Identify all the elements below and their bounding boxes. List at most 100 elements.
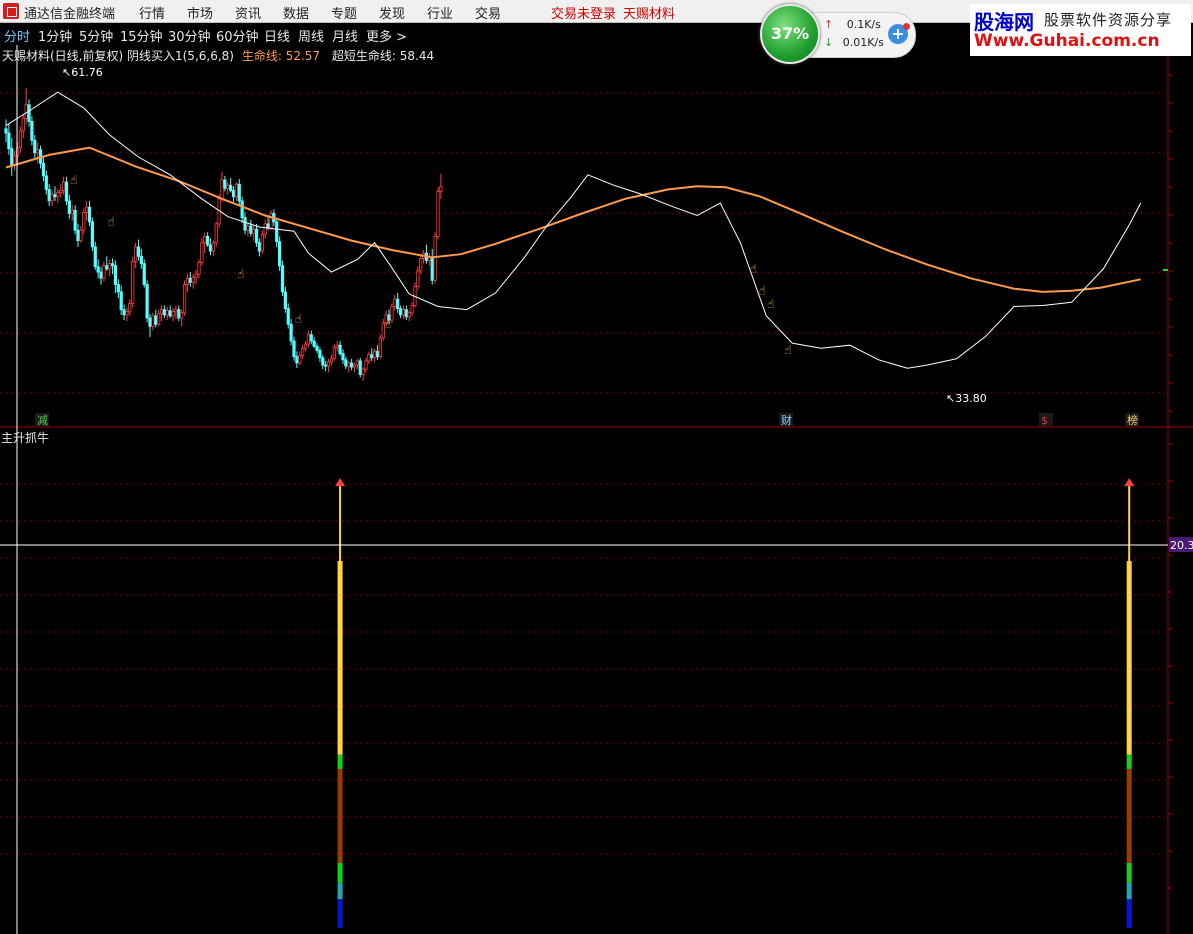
candle-body: [142, 263, 146, 285]
candle-body: [99, 271, 103, 279]
candle-body: [240, 200, 244, 219]
buy-hand-icon: ☝: [750, 262, 757, 276]
candle-body: [407, 312, 411, 318]
candle-body: [182, 284, 187, 314]
menu-market[interactable]: 市场: [187, 3, 213, 22]
stock-name-link[interactable]: 天赐材料: [623, 3, 675, 22]
menu-news[interactable]: 资讯: [235, 3, 261, 22]
candle-body: [191, 276, 195, 283]
signal-segment: [1126, 899, 1132, 928]
tab-weekly[interactable]: 周线: [298, 26, 324, 45]
candle-body: [125, 311, 129, 316]
candle-body: [18, 130, 23, 148]
candle-body: [263, 223, 267, 235]
candle-body: [24, 104, 28, 119]
signal-segment: [1126, 570, 1132, 755]
tab-30min[interactable]: 30分钟: [168, 26, 211, 45]
candle-body: [338, 344, 342, 354]
buy-hand-icon: ☝: [784, 343, 791, 357]
candle-body: [203, 236, 207, 244]
candle-body: [90, 221, 94, 248]
candle-body: [326, 361, 331, 367]
signal-arrow-icon: [1124, 478, 1135, 487]
candle-body: [21, 117, 25, 132]
candle-body: [298, 355, 302, 364]
candle-body: [205, 236, 210, 246]
candle-body: [131, 261, 135, 304]
candle-body: [165, 310, 169, 316]
candle-body: [347, 362, 351, 367]
candle-body: [59, 190, 63, 193]
candle-body: [41, 162, 46, 177]
candle-body: [243, 217, 247, 231]
network-usage-gauge[interactable]: 37%: [760, 4, 820, 64]
candles-group: [4, 88, 443, 381]
indicator-chart[interactable]: 主升抓牛 20.3: [0, 428, 1193, 934]
buy-hand-icon: ☝: [767, 297, 774, 311]
candle-body: [396, 298, 400, 309]
signal-segment: [337, 768, 343, 863]
candle-body: [410, 305, 414, 314]
tab-more[interactable]: 更多 >: [366, 26, 407, 45]
candle-body: [292, 340, 296, 358]
signal-column: [1124, 478, 1135, 928]
candle-body: [375, 351, 380, 358]
candle-body: [162, 309, 166, 316]
candle-body: [119, 291, 123, 311]
menu-quotes[interactable]: 行情: [139, 3, 165, 22]
buy-hand-icon: ☝: [237, 267, 244, 281]
menu-trade[interactable]: 交易: [475, 3, 501, 22]
tab-monthly[interactable]: 月线: [332, 26, 358, 45]
tab-daily[interactable]: 日线: [264, 26, 290, 45]
menu-industry[interactable]: 行业: [427, 3, 453, 22]
candle-body: [67, 200, 71, 214]
candlestick-chart[interactable]: ☝☝☝☝ ☝☝☝☝☝↖61.76↖33.80减财 $ 榜: [0, 45, 1193, 428]
tab-60min[interactable]: 60分钟: [216, 26, 259, 45]
app-logo-icon: [3, 3, 19, 19]
candle-body: [211, 242, 215, 252]
candle-body: [214, 223, 218, 244]
tab-intraday[interactable]: 分时: [4, 26, 30, 45]
event-marker-finance: 财: [781, 413, 792, 427]
candle-body: [306, 334, 311, 345]
up-arrow-icon: ↑: [824, 18, 834, 31]
candle-body: [352, 364, 357, 368]
menu-topics[interactable]: 专题: [331, 3, 357, 22]
menu-data[interactable]: 数据: [283, 3, 309, 22]
candle-body: [62, 181, 66, 191]
crosshair-value: 20.3: [1170, 539, 1193, 552]
tab-1min[interactable]: 1分钟: [38, 26, 72, 45]
candle-body: [373, 351, 377, 359]
candle-body: [50, 194, 54, 202]
signal-segment: [1126, 768, 1132, 863]
candle-body: [73, 209, 77, 231]
tab-5min[interactable]: 5分钟: [79, 26, 113, 45]
candle-body: [349, 362, 354, 368]
candle-body: [231, 190, 236, 198]
login-status-link[interactable]: 交易未登录: [551, 3, 616, 22]
signal-segment: [1126, 862, 1132, 883]
candle-body: [87, 206, 92, 223]
candle-body: [398, 308, 403, 316]
candle-body: [355, 360, 359, 366]
candle-body: [7, 132, 11, 150]
candle-body: [344, 359, 348, 367]
candle-body: [301, 347, 305, 357]
candle-body: [113, 265, 118, 285]
candle-body: [277, 241, 282, 267]
candle-body: [4, 128, 8, 134]
buy-hand-icon: ☝: [384, 317, 391, 331]
candle-body: [439, 185, 443, 192]
candle-body: [122, 309, 126, 316]
candle-body: [433, 236, 437, 281]
candle-body: [168, 310, 172, 317]
candle-body: [64, 181, 69, 202]
tab-15min[interactable]: 15分钟: [120, 26, 163, 45]
candle-body: [295, 356, 299, 364]
signal-column: [335, 478, 346, 928]
candle-body: [341, 353, 345, 361]
candle-body: [108, 263, 112, 270]
menu-discover[interactable]: 发现: [379, 3, 405, 22]
candle-body: [185, 277, 190, 285]
event-marker-rank: 榜: [1127, 413, 1138, 427]
